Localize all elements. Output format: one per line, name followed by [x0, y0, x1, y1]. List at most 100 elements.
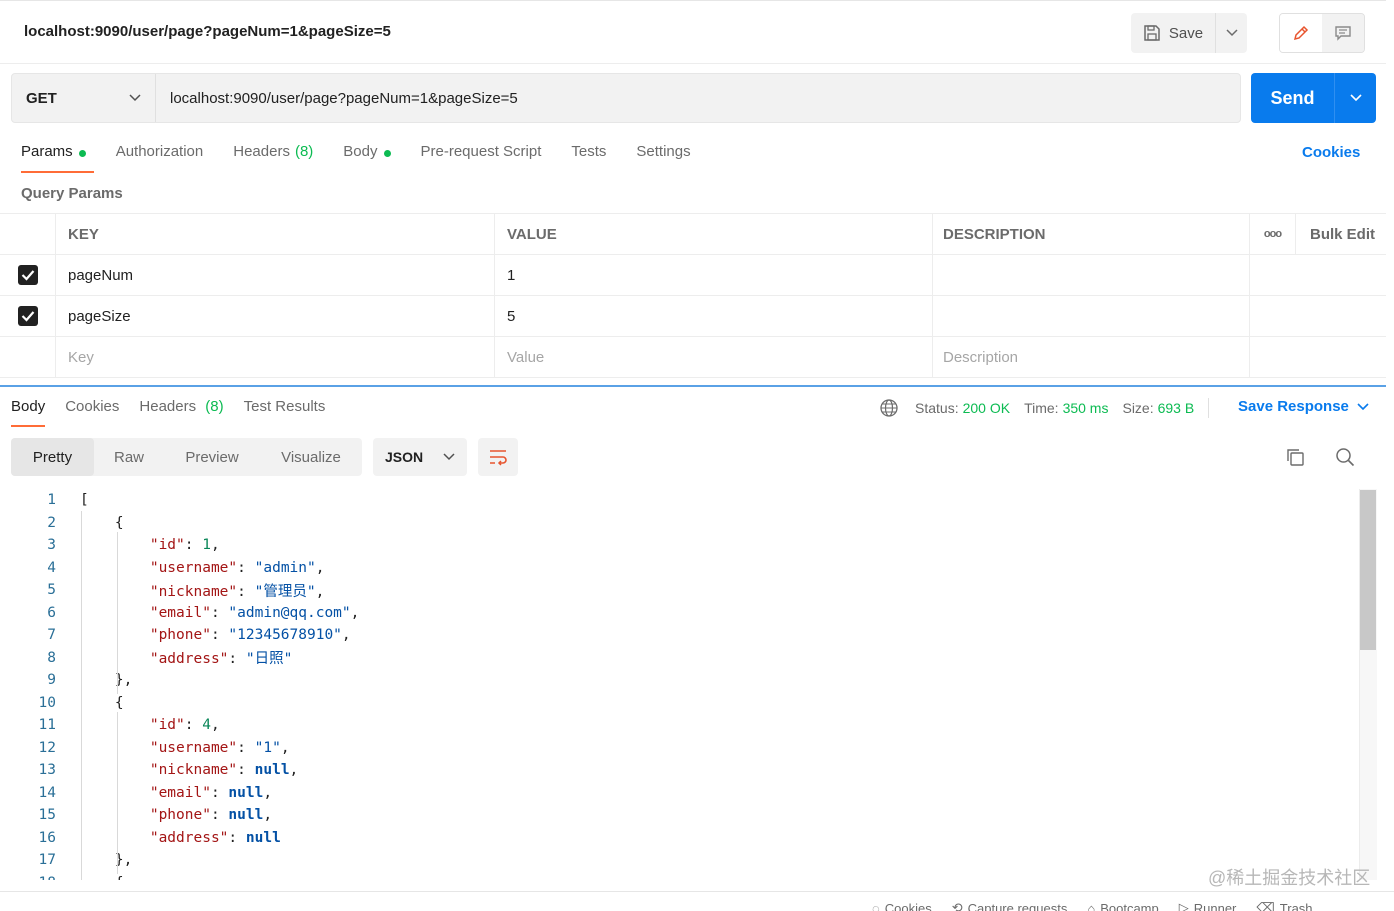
param-value-cell[interactable]: 1	[495, 255, 933, 295]
tab-headers[interactable]: Headers (8)	[233, 143, 313, 173]
send-button[interactable]: Send	[1251, 73, 1335, 123]
code-text: "nickname": null,	[149, 762, 299, 779]
bootcamp-icon: ⌂	[1087, 900, 1096, 911]
table-header-row: KEY VALUE DESCRIPTION ooo Bulk Edit	[0, 214, 1386, 255]
line-number: 9	[47, 672, 56, 689]
edit-button[interactable]	[1280, 14, 1322, 52]
watermark: @稀土掘金技术社区	[1208, 868, 1371, 888]
view-raw[interactable]: Raw	[94, 438, 164, 476]
tab-body[interactable]: Body	[343, 143, 391, 173]
footer-runner[interactable]: ▷ Runner	[1179, 900, 1237, 911]
param-value-cell[interactable]: 5	[495, 296, 933, 336]
param-description-cell[interactable]	[933, 255, 1250, 295]
tab-prerequest-label: Pre-request Script	[420, 143, 542, 160]
code-line: 7 "phone": "12345678910",	[0, 624, 1358, 647]
code-line: 11 "id": 4,	[0, 714, 1358, 737]
view-visualize[interactable]: Visualize	[260, 438, 362, 476]
row-spacer	[1250, 296, 1296, 336]
code-text: "email": null,	[149, 784, 273, 801]
line-number: 2	[47, 514, 56, 531]
row-spacer	[1250, 337, 1296, 377]
line-number: 17	[38, 852, 56, 869]
response-body-editor[interactable]: 1[2 {3 "id": 1, 4 "username": "admin", 5 "…	[0, 489, 1358, 880]
save-label: Save	[1168, 24, 1204, 42]
runner-icon: ▷	[1178, 900, 1189, 911]
row-spacer-end	[1296, 296, 1386, 336]
footer-cookies[interactable]: ◌ Cookies	[872, 900, 932, 911]
new-key-input[interactable]: Key	[56, 337, 495, 377]
new-description-input[interactable]: Description	[933, 337, 1250, 377]
code-line: 13 "nickname": null,	[0, 759, 1358, 782]
code-line: 15 "phone": null,	[0, 804, 1358, 827]
tab-settings-label: Settings	[636, 143, 691, 160]
globe-icon[interactable]	[879, 398, 899, 418]
table-row: pageNum 1	[0, 255, 1386, 296]
line-number: 13	[38, 762, 56, 779]
query-params-title: Query Params	[21, 185, 123, 202]
code-text: "phone": "12345678910",	[149, 627, 351, 644]
tab-body-label: Body	[343, 143, 378, 160]
tab-tests[interactable]: Tests	[571, 143, 606, 173]
row-spacer-end	[1296, 337, 1386, 377]
line-number: 3	[47, 537, 56, 554]
status-value: 200 OK	[962, 400, 1011, 416]
scrollbar-thumb[interactable]	[1360, 490, 1376, 650]
view-pretty[interactable]: Pretty	[11, 438, 94, 476]
row-checkbox-cell	[0, 296, 56, 336]
footer-trash-label: Trash	[1279, 900, 1313, 911]
code-text: "email": "admin@qq.com",	[149, 604, 360, 621]
tab-authorization[interactable]: Authorization	[116, 143, 204, 173]
code-line: 10 {	[0, 692, 1358, 715]
headers-count: (8)	[294, 143, 314, 160]
status-dot-icon	[78, 150, 86, 157]
response-tabs: Body Cookies Headers (8) Test Results	[11, 398, 345, 428]
line-number: 11	[38, 717, 56, 734]
column-header-description: DESCRIPTION	[933, 214, 1250, 254]
param-key-cell[interactable]: pageNum	[56, 255, 495, 295]
bulk-edit-button[interactable]: Bulk Edit	[1296, 214, 1386, 254]
param-key-cell[interactable]: pageSize	[56, 296, 495, 336]
wrap-lines-icon	[490, 450, 507, 466]
pencil-icon	[1293, 25, 1309, 41]
status-bar-items: ◌ Cookies ⟲ Capture requests ⌂ Bootcamp ▷ Ru…	[872, 900, 1313, 911]
param-description-cell[interactable]	[933, 296, 1250, 336]
url-input[interactable]	[156, 74, 1240, 122]
code-text: "phone": null,	[149, 807, 273, 824]
footer-capture[interactable]: ⟲ Capture requests	[952, 900, 1068, 911]
footer-bootcamp[interactable]: ⌂ Bootcamp	[1087, 900, 1158, 911]
time-value: 350 ms	[1062, 400, 1109, 416]
method-label: GET	[26, 89, 57, 107]
tab-params[interactable]: Params	[21, 143, 94, 173]
tab-test-results[interactable]: Test Results	[244, 398, 326, 428]
copy-icon[interactable]	[1285, 447, 1305, 467]
tab-settings[interactable]: Settings	[636, 143, 690, 173]
save-button[interactable]: Save	[1131, 13, 1215, 53]
row-checkbox-cell	[0, 255, 56, 295]
method-select[interactable]: GET	[12, 74, 156, 122]
code-line: 18 {	[0, 872, 1358, 880]
search-icon[interactable]	[1335, 447, 1355, 467]
new-value-input[interactable]: Value	[495, 337, 933, 377]
table-row-new: Key Value Description	[0, 337, 1386, 378]
code-line: 14 "email": null,	[0, 782, 1358, 805]
tab-response-headers[interactable]: Headers (8)	[139, 398, 223, 428]
footer-trash[interactable]: ⌫ Trash	[1256, 900, 1312, 911]
request-title[interactable]: localhost:9090/user/page?pageNum=1&pageS…	[24, 23, 391, 40]
tab-response-body[interactable]: Body	[11, 398, 46, 428]
comments-button[interactable]	[1322, 14, 1364, 52]
code-text: "address": null	[149, 829, 281, 846]
pane-divider[interactable]	[0, 385, 1386, 387]
row-checkbox[interactable]	[17, 265, 38, 285]
row-checkbox[interactable]	[17, 306, 38, 326]
save-response-button[interactable]: Save Response	[1238, 398, 1369, 415]
wrap-lines-button[interactable]	[478, 438, 518, 476]
tab-response-cookies[interactable]: Cookies	[65, 398, 119, 428]
save-options-button[interactable]	[1215, 13, 1247, 53]
send-options-button[interactable]	[1335, 73, 1376, 123]
view-preview[interactable]: Preview	[164, 438, 260, 476]
tab-prerequest-script[interactable]: Pre-request Script	[421, 143, 542, 173]
format-select[interactable]: JSON	[373, 438, 467, 476]
status-bar: ◌ Cookies ⟲ Capture requests ⌂ Bootcamp ▷ Ru…	[0, 891, 1394, 911]
cookies-link[interactable]: Cookies	[1302, 144, 1360, 161]
more-options-button[interactable]: ooo	[1250, 214, 1296, 254]
